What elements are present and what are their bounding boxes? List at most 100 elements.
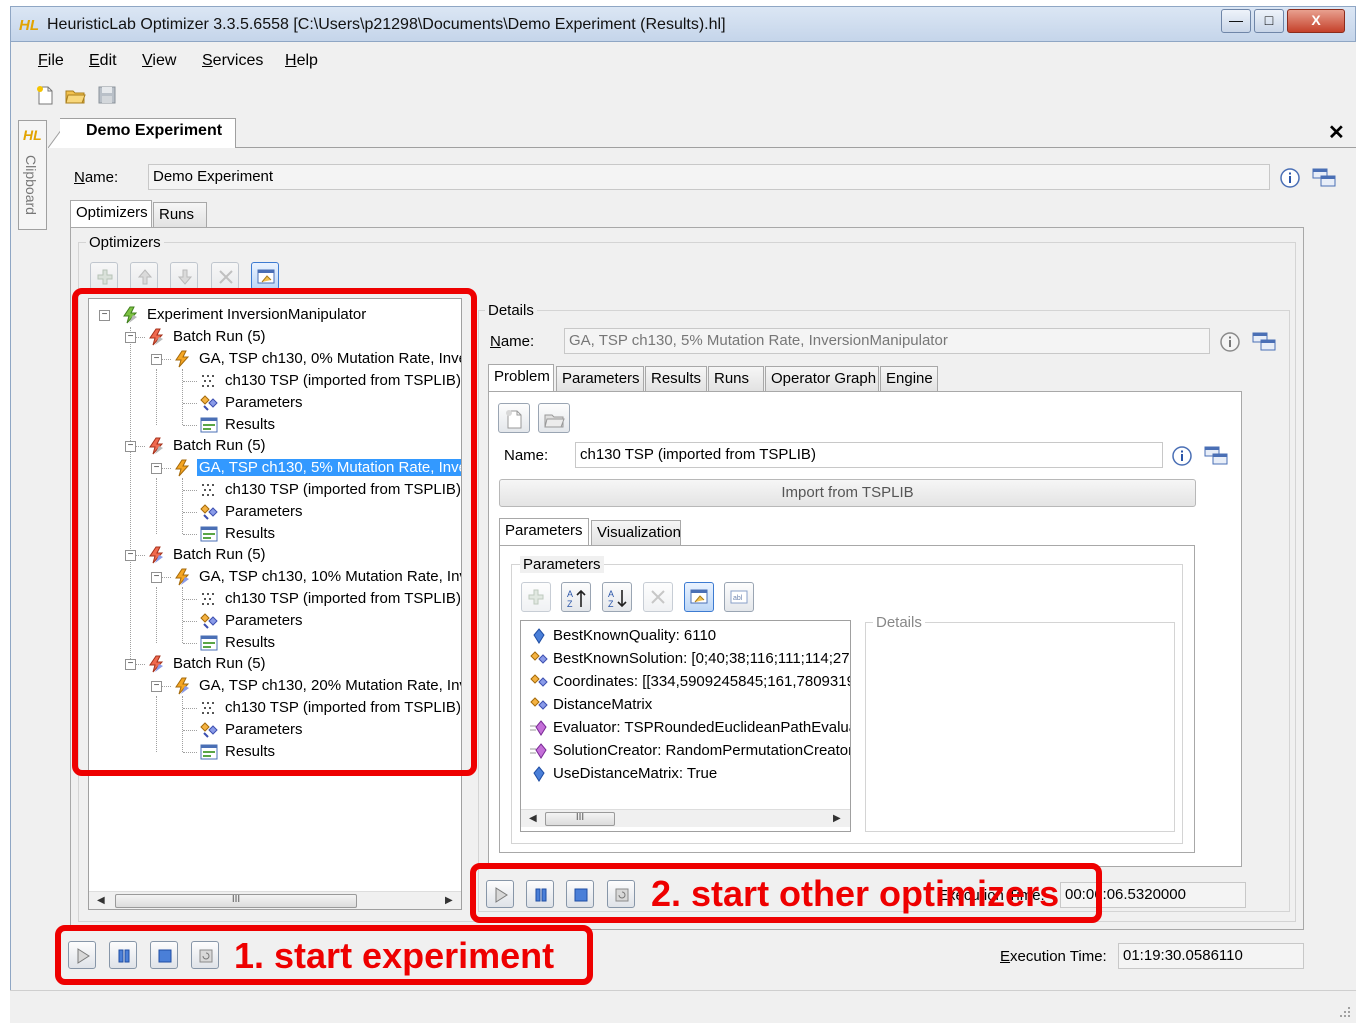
scroll-thumb[interactable]: III [115,894,357,908]
scroll-right-icon[interactable]: ▶ [833,813,841,824]
arrow-up-icon [137,269,153,285]
problem-name-label: Name: [504,447,549,464]
menu-view[interactable]: View [142,52,176,70]
details-group-title: Details [485,302,537,319]
maximize-button[interactable]: □ [1254,9,1284,33]
parameter-item[interactable]: DistanceMatrix [529,694,849,716]
tab-engine[interactable]: Engine [880,366,938,392]
sort-za-icon: AZ [608,589,627,609]
tab-operator-graph[interactable]: Operator Graph [765,366,879,392]
minimize-button[interactable]: — [1221,9,1251,33]
optimizers-group-title: Optimizers [86,234,164,251]
move-down-button[interactable] [170,262,198,290]
experiment-execution-time-label: Execution Time: [1000,948,1107,965]
parameter-item[interactable]: Coordinates: [[334,5909245845;161,780931… [529,671,850,693]
show-details-button[interactable] [251,262,279,290]
open-problem-button[interactable] [538,403,570,433]
tab-problem-parameters[interactable]: Parameters [499,518,589,546]
parameter-list[interactable]: BestKnownQuality: 6110 BestKnownSolution… [520,620,851,832]
experiment-execution-time-field: 01:19:30.0586110 [1118,943,1304,969]
parameter-item[interactable]: Evaluator: TSPRoundedEuclideanPathEvalua [529,717,850,739]
plus-icon [97,269,113,285]
plus-icon [528,589,544,605]
tab-visualization[interactable]: Visualization [591,520,681,546]
svg-text:Z: Z [608,599,614,609]
info-icon[interactable] [1219,331,1241,353]
scroll-thumb[interactable]: III [545,812,615,826]
tab-runs[interactable]: Runs [153,202,207,228]
svg-text:A: A [608,589,614,599]
parameters-icon [530,651,548,664]
svg-text:Z: Z [567,599,573,609]
algorithm-name-field[interactable]: GA, TSP ch130, 5% Mutation Rate, Inversi… [564,328,1210,354]
svg-text:A: A [567,589,573,599]
scroll-left-icon[interactable]: ◀ [97,895,105,906]
problem-name-field[interactable]: ch130 TSP (imported from TSPLIB) [575,442,1163,468]
sort-ascending-button[interactable]: AZ [561,582,591,612]
new-problem-button[interactable] [498,403,530,433]
menu-services[interactable]: Services [202,52,263,70]
window-title: HeuristicLab Optimizer 3.3.5.6558 [C:\Us… [47,16,726,33]
parameter-item[interactable]: UseDistanceMatrix: True [529,763,849,785]
edit-values-button[interactable]: abl [724,582,754,612]
save-icon[interactable] [96,84,118,106]
show-parameter-details-button[interactable] [684,582,714,612]
window-close-button[interactable]: X [1287,9,1345,33]
clipboard-tab[interactable]: HL Clipboard [18,120,47,230]
experiment-name-field[interactable]: Demo Experiment [148,164,1270,190]
menu-help[interactable]: Help [285,52,318,70]
parameter-item[interactable]: SolutionCreator: RandomPermutationCreato… [529,740,850,762]
operator-parameter-icon [530,743,547,759]
tab-runs[interactable]: Runs [708,366,764,392]
svg-text:abl: abl [733,595,743,602]
title-bar: HL HeuristicLab Optimizer 3.3.5.6558 [C:… [10,6,1356,42]
add-parameter-button[interactable] [521,582,551,612]
view-host-icon[interactable] [1311,166,1337,190]
info-icon[interactable] [1279,167,1301,189]
menu-edit[interactable]: Edit [89,52,117,70]
parameter-item[interactable]: BestKnownQuality: 6110 [529,625,849,647]
tab-problem[interactable]: Problem [488,364,554,392]
tab-results[interactable]: Results [645,366,707,392]
view-host-icon[interactable] [1251,330,1277,354]
info-icon[interactable] [1171,445,1193,467]
resize-grip-icon[interactable] [1336,1003,1352,1019]
document-close-button[interactable]: ✕ [1328,120,1345,145]
problem-parameters-group-title: Parameters [520,556,604,573]
details-icon [690,589,708,604]
new-document-icon[interactable] [34,84,56,106]
parameters-icon [530,674,548,687]
import-from-tsplib-button[interactable]: Import from TSPLIB [499,479,1196,507]
annotation-start-other-optimizers: 2. start other optimizers [651,873,1060,914]
tree-horizontal-scrollbar[interactable]: ◀ III ▶ [89,891,461,909]
annotation-box-tree [72,288,477,776]
view-host-icon[interactable] [1203,444,1229,468]
tab-parameters[interactable]: Parameters [556,366,644,392]
scroll-right-icon[interactable]: ▶ [445,895,453,906]
tab-optimizers[interactable]: Optimizers [70,200,152,228]
parameter-item[interactable]: BestKnownSolution: [0;40;38;116;111;114;… [529,648,850,670]
document-tab-label: Demo Experiment [86,122,223,139]
clipboard-logo: HL [23,127,42,143]
move-up-button[interactable] [130,262,158,290]
scroll-left-icon[interactable]: ◀ [529,813,537,824]
app-logo: HL [19,17,39,34]
sort-descending-button[interactable]: AZ [602,582,632,612]
details-name-label: Name: [490,333,535,350]
value-parameter-icon [533,766,545,782]
parameter-list-horizontal-scrollbar[interactable]: ◀ III ▶ [521,809,850,827]
parameter-details-group [865,622,1175,832]
sort-az-icon: AZ [567,589,586,609]
remove-optimizer-button[interactable] [211,262,239,290]
annotation-start-experiment: 1. start experiment [234,935,555,976]
menu-file[interactable]: File [38,52,64,70]
add-optimizer-button[interactable] [90,262,118,290]
new-document-icon [506,410,522,429]
remove-parameter-button[interactable] [643,582,673,612]
operator-parameter-icon [530,720,547,736]
details-icon [257,269,275,284]
text-field-icon: abl [730,590,748,604]
name-label: Name: [74,169,119,186]
arrow-down-icon [177,269,193,285]
open-folder-icon[interactable] [64,84,86,106]
